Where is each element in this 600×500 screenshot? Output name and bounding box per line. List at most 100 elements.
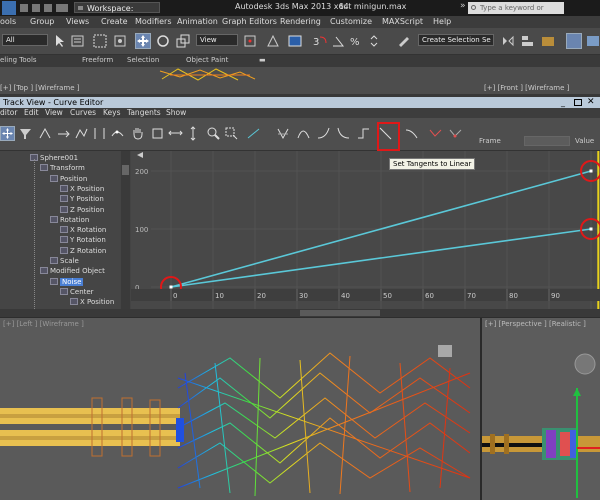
upper-viewports[interactable]: [+] [Top ] [Wireframe ] [+] [Front ] [Wi… <box>0 67 600 97</box>
unify-tangents-icon[interactable] <box>448 126 463 141</box>
search-input[interactable]: Type a keyword or phrase <box>468 2 564 24</box>
curve-editor-icon[interactable] <box>586 33 600 49</box>
tree-node[interactable]: Transform <box>40 163 85 173</box>
select-and-rotate-icon[interactable] <box>155 33 171 49</box>
tree-node[interactable]: Modified Object <box>40 266 105 276</box>
tree-node[interactable]: Z Position <box>60 205 104 215</box>
tree-node[interactable]: Rotation <box>50 215 89 225</box>
ribbon-dropdown-icon[interactable]: ▬ <box>259 56 266 64</box>
tangents-smooth-icon[interactable] <box>404 126 419 141</box>
percent-snap-icon[interactable]: % <box>348 33 364 49</box>
ribbon-tab-selection[interactable]: Selection <box>127 56 159 64</box>
keyboard-shortcut-icon[interactable] <box>287 33 303 49</box>
viewport-label-top[interactable]: [+] [Top ] [Wireframe ] <box>0 84 79 92</box>
key-point[interactable] <box>589 227 593 231</box>
frame-field[interactable] <box>524 136 570 146</box>
menu-item-graph-editors[interactable]: Graph Editors <box>222 17 277 26</box>
zoom-value-icon[interactable] <box>186 126 201 141</box>
reference-coordinate-dropdown[interactable]: View <box>196 34 238 46</box>
tv-menu-show[interactable]: Show <box>166 108 186 117</box>
chevron-right-icon[interactable]: » <box>460 1 466 11</box>
scroll-thumb[interactable] <box>300 310 380 316</box>
select-and-manipulate-icon[interactable] <box>265 33 281 49</box>
snaps-toggle-icon[interactable]: 3 <box>312 33 328 49</box>
select-by-name-icon[interactable] <box>70 33 86 49</box>
tangents-auto-icon[interactable] <box>276 126 291 141</box>
quick-access-icons[interactable] <box>20 4 68 12</box>
tree-node[interactable]: Z Rotation <box>60 246 106 256</box>
ribbon-tab-modeling[interactable]: eling Tools <box>0 56 37 64</box>
tv-menu-edit[interactable]: Edit <box>24 108 39 117</box>
mirror-icon[interactable] <box>500 33 516 49</box>
tree-node[interactable]: Sphere001 <box>30 153 78 163</box>
maximize-icon[interactable] <box>574 99 582 106</box>
zoom-horizontal-icon[interactable] <box>168 126 183 141</box>
tv-menu-tangents[interactable]: Tangents <box>127 108 161 117</box>
ribbon-toggle-icon[interactable] <box>566 33 582 49</box>
menu-item-create[interactable]: Create <box>101 17 128 26</box>
menu-item-views[interactable]: Views <box>66 17 89 26</box>
tree-node[interactable]: Y Rotation <box>60 235 106 245</box>
minimize-icon[interactable]: _ <box>561 98 571 107</box>
angle-snap-icon[interactable] <box>330 33 346 49</box>
tv-menu-keys[interactable]: Keys <box>103 108 121 117</box>
key-point[interactable] <box>589 169 593 173</box>
menu-item-group[interactable]: Group <box>30 17 54 26</box>
menu-item-modifiers[interactable]: Modifiers <box>135 17 172 26</box>
tree-node[interactable]: Position <box>50 174 87 184</box>
tree-node[interactable]: Y Position <box>60 194 104 204</box>
tree-node[interactable]: X Position <box>70 297 114 307</box>
break-tangents-icon[interactable] <box>428 126 443 141</box>
tangents-fast-icon[interactable] <box>316 126 331 141</box>
add-keys-icon[interactable] <box>110 126 125 141</box>
move-keys-icon[interactable] <box>38 126 53 141</box>
curve-graph[interactable]: 200 100 0 <box>131 151 600 311</box>
viewport-label-front[interactable]: [+] [Front ] [Wireframe ] <box>484 84 569 92</box>
menu-item-rendering[interactable]: Rendering <box>280 17 321 26</box>
select-object-icon[interactable] <box>52 33 68 49</box>
tv-menu-curves[interactable]: Curves <box>70 108 96 117</box>
spinner-snap-icon[interactable] <box>366 33 382 49</box>
select-and-move-icon[interactable] <box>135 33 151 49</box>
workspace-dropdown[interactable]: Workspace: Default <box>74 2 160 24</box>
viewport-perspective[interactable]: [+] [Perspective ] [Realistic ] <box>482 318 600 500</box>
select-and-scale-icon[interactable] <box>175 33 191 49</box>
selection-filter-dropdown[interactable]: All <box>2 34 48 46</box>
tree-node[interactable]: Scale <box>50 256 79 266</box>
tree-scrollbar[interactable] <box>121 151 130 317</box>
menu-item-customize[interactable]: Customize <box>330 17 372 26</box>
close-icon[interactable]: ✕ <box>587 97 595 107</box>
tv-menu-view[interactable]: View <box>45 108 63 117</box>
pivot-center-icon[interactable] <box>242 33 258 49</box>
pan-hand-icon[interactable] <box>130 126 145 141</box>
zoom-region-icon[interactable] <box>224 126 239 141</box>
menu-item-animation[interactable]: Animation <box>177 17 218 26</box>
zoom-icon[interactable] <box>206 126 221 141</box>
slide-keys-icon[interactable] <box>56 126 71 141</box>
controller-tree[interactable]: Sphere001 Transform Position X Position Y Po… <box>0 151 120 317</box>
app-logo-icon[interactable] <box>2 1 16 15</box>
named-selection-set-dropdown[interactable]: Create Selection Se <box>418 34 494 46</box>
key-filter-icon[interactable] <box>18 126 33 141</box>
tangents-step-icon[interactable] <box>356 126 371 141</box>
menu-item-help[interactable]: Help <box>433 17 451 26</box>
window-crossing-icon[interactable] <box>112 33 128 49</box>
frame-ruler[interactable]: 0 10 20 30 40 50 60 70 80 90 <box>131 289 600 301</box>
ribbon-tab-freeform[interactable]: Freeform <box>82 56 113 64</box>
align-icon[interactable] <box>520 33 536 49</box>
tv-menu-editor[interactable]: ditor <box>0 108 17 117</box>
tree-node[interactable]: Noise <box>50 277 84 287</box>
tree-scroll-thumb[interactable] <box>122 165 129 175</box>
tree-node[interactable]: X Rotation <box>60 225 106 235</box>
menu-item-maxscript[interactable]: MAXScript <box>382 17 423 26</box>
menu-item-tools[interactable]: ools <box>0 17 16 26</box>
scale-keys-icon[interactable] <box>74 126 89 141</box>
layer-manager-icon[interactable] <box>540 33 556 49</box>
scale-values-icon[interactable] <box>92 126 107 141</box>
rectangle-selection-icon[interactable] <box>92 33 108 49</box>
current-frame-marker[interactable] <box>597 151 600 311</box>
horizontal-scrollbar[interactable] <box>0 309 600 317</box>
isolate-curve-icon[interactable] <box>246 126 261 141</box>
viewport-left[interactable]: [+] [Left ] [Wireframe ] <box>0 318 480 500</box>
filter-move-icon[interactable] <box>0 126 15 141</box>
